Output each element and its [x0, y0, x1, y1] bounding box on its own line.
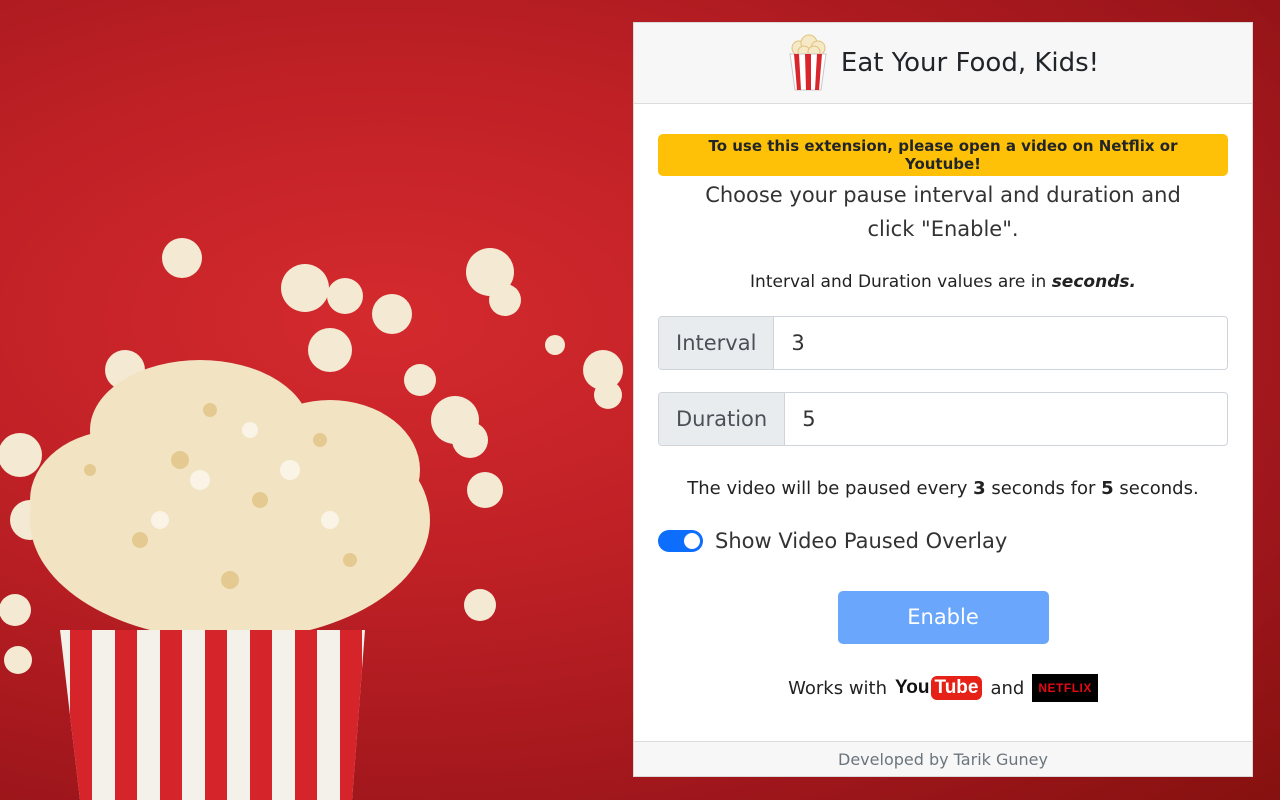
enable-button[interactable]: Enable	[837, 591, 1049, 644]
duration-input[interactable]: 5	[785, 393, 1227, 445]
interval-input[interactable]: 3	[774, 317, 1227, 369]
popcorn-icon	[789, 34, 827, 91]
popup-header: Eat Your Food, Kids!	[634, 23, 1252, 104]
summary-duration: 5	[1101, 478, 1114, 499]
popup-body: To use this extension, please open a vid…	[634, 104, 1252, 702]
popcorn-bucket-illustration	[0, 238, 623, 800]
units-prefix: Interval and Duration values are in	[750, 272, 1047, 292]
works-with-text: Works with	[788, 677, 888, 699]
units-value: seconds.	[1051, 272, 1136, 292]
units-note: Interval and Duration values are in seco…	[658, 272, 1228, 292]
extension-popup: Eat Your Food, Kids! To use this extensi…	[633, 22, 1253, 777]
warning-badge: To use this extension, please open a vid…	[658, 134, 1228, 176]
youtube-logo-icon: You Tube	[895, 676, 983, 700]
summary-interval: 3	[973, 478, 986, 499]
youtube-you: You	[895, 677, 930, 698]
interval-input-group: Interval 3	[658, 316, 1228, 370]
footer-credit: Developed by Tarik Guney	[634, 741, 1252, 776]
youtube-tube: Tube	[930, 676, 983, 700]
summary-text-2: seconds for	[991, 478, 1096, 499]
netflix-logo-icon: NETFLIX	[1032, 674, 1098, 702]
summary-text-3: seconds.	[1119, 478, 1199, 499]
instruction-text: Choose your pause interval and duration …	[705, 183, 1181, 241]
toggle-knob	[684, 533, 700, 549]
summary-text-1: The video will be paused every	[687, 478, 968, 499]
overlay-toggle-row: Show Video Paused Overlay	[658, 529, 1228, 553]
duration-input-group: Duration 5	[658, 392, 1228, 446]
overlay-toggle-switch[interactable]	[658, 530, 703, 552]
works-with-row: Works with You Tube and NETFLIX	[658, 674, 1228, 702]
app-title: Eat Your Food, Kids!	[840, 48, 1100, 78]
overlay-toggle-label[interactable]: Show Video Paused Overlay	[715, 529, 1007, 553]
interval-label: Interval	[659, 317, 775, 369]
and-text: and	[990, 677, 1025, 699]
pause-summary: The video will be paused every 3 seconds…	[658, 478, 1228, 499]
duration-label: Duration	[659, 393, 786, 445]
